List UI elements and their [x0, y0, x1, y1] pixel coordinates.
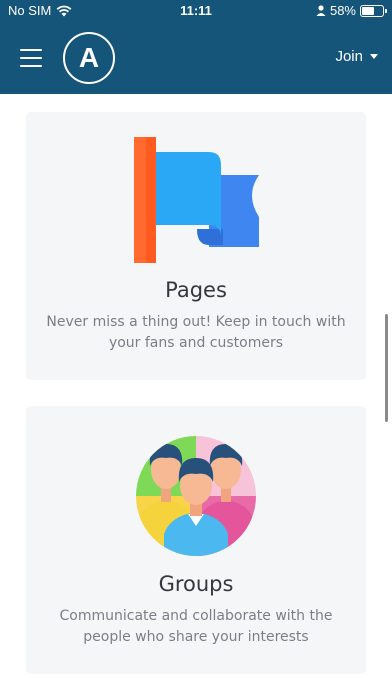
app-logo[interactable]: A — [63, 32, 115, 84]
status-bar: No SIM 11:11 58% — [0, 0, 392, 22]
status-right: 58% — [316, 3, 387, 18]
join-dropdown[interactable]: Join — [335, 48, 378, 65]
caret-down-icon — [370, 54, 378, 59]
card-description: Never miss a thing out! Keep in touch wi… — [46, 314, 346, 351]
scrollbar[interactable] — [385, 314, 388, 422]
card-title: Pages — [165, 278, 227, 302]
main-content: Pages Never miss a thing out! Keep in to… — [0, 94, 392, 696]
orientation-lock-icon — [316, 5, 326, 16]
flag-icon — [26, 137, 366, 267]
battery-percent: 58% — [329, 3, 356, 18]
battery-icon — [360, 4, 387, 17]
people-group-icon — [26, 426, 366, 556]
card-description: Communicate and collaborate with the peo… — [59, 608, 333, 645]
feature-card-groups[interactable]: Groups Communicate and collaborate with … — [26, 406, 366, 674]
top-navbar: A Join — [0, 22, 392, 94]
battery-fill — [362, 6, 374, 15]
feature-card-pages[interactable]: Pages Never miss a thing out! Keep in to… — [26, 112, 366, 380]
join-label: Join — [335, 48, 363, 65]
menu-icon[interactable] — [20, 49, 42, 67]
card-title: Groups — [158, 572, 234, 596]
